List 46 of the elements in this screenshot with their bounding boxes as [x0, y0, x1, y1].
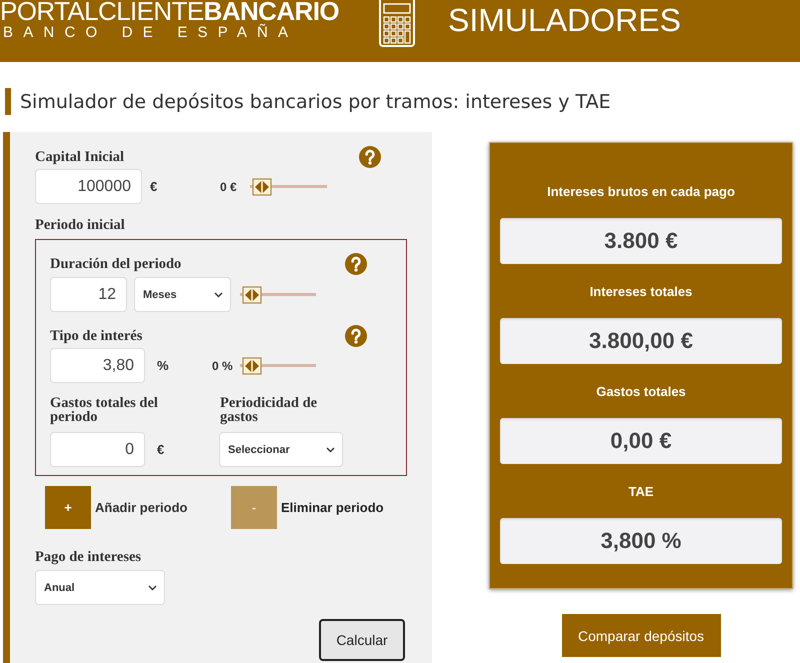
section-title: SIMULADORES	[448, 1, 681, 40]
brand-name[interactable]: PORTALCLIENTEBANCARIO	[0, 0, 339, 24]
chevron-down-icon	[326, 446, 335, 452]
add-period-button[interactable]: +	[45, 486, 91, 529]
duration-input[interactable]: 12	[50, 277, 127, 312]
field-label: Capital Inicial	[35, 149, 124, 165]
chevron-down-icon	[148, 584, 157, 590]
interest-payment-select[interactable]: Anual	[35, 570, 165, 605]
help-icon[interactable]	[359, 146, 381, 168]
chevron-down-icon	[214, 292, 223, 298]
calculator-icon	[378, 0, 416, 48]
unit-label: €	[157, 442, 164, 457]
slider-thumb[interactable]	[242, 286, 262, 304]
field-label: Gastos totales del periodo	[50, 396, 159, 424]
result-value: 3.800,00 €	[500, 318, 782, 364]
button-label[interactable]: Añadir periodo	[95, 500, 188, 515]
brand-subtitle: BANCO DE ESPAÑA	[3, 24, 298, 42]
slider-value: 0 €	[220, 180, 237, 194]
field-label: Tipo de interés	[50, 328, 142, 344]
compare-button[interactable]: Comparar depósitos	[562, 614, 720, 657]
result-label: TAE	[628, 484, 654, 498]
result-label: Intereses brutos en cada pago	[547, 184, 735, 198]
result-label: Gastos totales	[596, 384, 686, 398]
page-title: Simulador de depósitos bancarios por tramos: intereses y TAE	[20, 90, 611, 112]
result-label: Intereses totales	[590, 284, 692, 298]
result-value: 3.800 €	[500, 218, 782, 264]
slider-thumb[interactable]	[242, 356, 262, 374]
result-value: 3,800 %	[500, 518, 782, 564]
help-icon[interactable]	[345, 253, 367, 275]
frequency-select[interactable]: Seleccionar	[219, 432, 343, 467]
capital-input[interactable]: 100000	[35, 169, 142, 204]
rate-input[interactable]: 3,80	[50, 348, 145, 383]
calculate-button[interactable]: Calcular	[319, 619, 405, 661]
field-label: Periodicidad de gastos	[220, 396, 318, 424]
unit-label: €	[150, 179, 158, 194]
title-accent-bar	[5, 88, 11, 115]
expenses-input[interactable]: 0	[50, 432, 145, 467]
slider-value: 0 %	[212, 358, 233, 372]
result-value: 0,00 €	[500, 418, 782, 464]
slider-thumb[interactable]	[252, 178, 272, 196]
unit-label: %	[157, 358, 169, 373]
field-label: Duración del periodo	[50, 256, 182, 272]
field-label: Pago de intereses	[35, 548, 142, 566]
help-icon[interactable]	[345, 325, 367, 347]
section-heading: Periodo inicial	[35, 216, 125, 234]
unit-select[interactable]: Meses	[134, 277, 231, 312]
